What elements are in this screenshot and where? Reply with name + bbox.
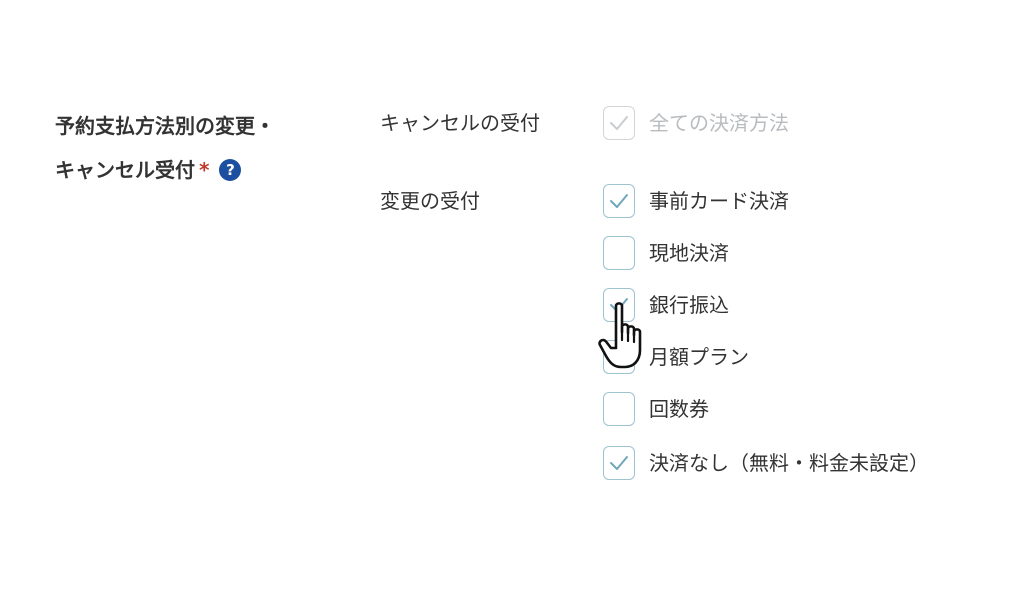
option-label: 銀行振込 — [649, 293, 729, 317]
change-option-bank-transfer[interactable]: 銀行振込 — [603, 288, 729, 322]
checkbox[interactable] — [603, 288, 635, 322]
change-option-coupon-ticket[interactable]: 回数券 — [603, 392, 709, 426]
check-icon — [610, 116, 628, 130]
change-option-no-payment[interactable]: 決済なし（無料・料金未設定） — [603, 446, 929, 480]
option-label: 決済なし（無料・料金未設定） — [649, 451, 929, 475]
check-icon — [610, 456, 628, 470]
checkbox[interactable] — [603, 106, 635, 140]
checkbox[interactable] — [603, 392, 635, 426]
field-label-line2-text: キャンセル受付 — [55, 158, 195, 182]
option-label: 事前カード決済 — [649, 189, 789, 213]
checkbox[interactable] — [603, 446, 635, 480]
help-icon[interactable]: ? — [219, 159, 242, 181]
required-mark: * — [199, 158, 210, 182]
field-label-line1: 予約支払方法別の変更・ — [55, 114, 275, 138]
option-label: 月額プラン — [649, 345, 749, 369]
option-label: 全ての決済方法 — [649, 111, 789, 135]
check-icon — [610, 298, 628, 312]
change-option-prepaid-card[interactable]: 事前カード決済 — [603, 184, 789, 218]
field-label: 予約支払方法別の変更・ キャンセル受付 *? — [55, 104, 345, 192]
check-icon — [610, 194, 628, 208]
change-accept-label: 変更の受付 — [380, 189, 480, 213]
option-label: 現地決済 — [649, 241, 729, 265]
change-option-onsite-payment[interactable]: 現地決済 — [603, 236, 729, 270]
payment-change-cancel-settings: 予約支払方法別の変更・ キャンセル受付 *? キャンセルの受付 全ての決済方法 変… — [0, 0, 1024, 601]
field-label-line2: キャンセル受付 *? — [55, 148, 345, 192]
checkbox[interactable] — [603, 184, 635, 218]
option-label: 回数券 — [649, 397, 709, 421]
cancel-accept-label: キャンセルの受付 — [380, 111, 540, 135]
change-option-monthly-plan[interactable]: 月額プラン — [603, 340, 749, 374]
checkbox[interactable] — [603, 236, 635, 270]
cancel-option-all-payment-methods[interactable]: 全ての決済方法 — [603, 106, 789, 140]
checkbox[interactable] — [603, 340, 635, 374]
